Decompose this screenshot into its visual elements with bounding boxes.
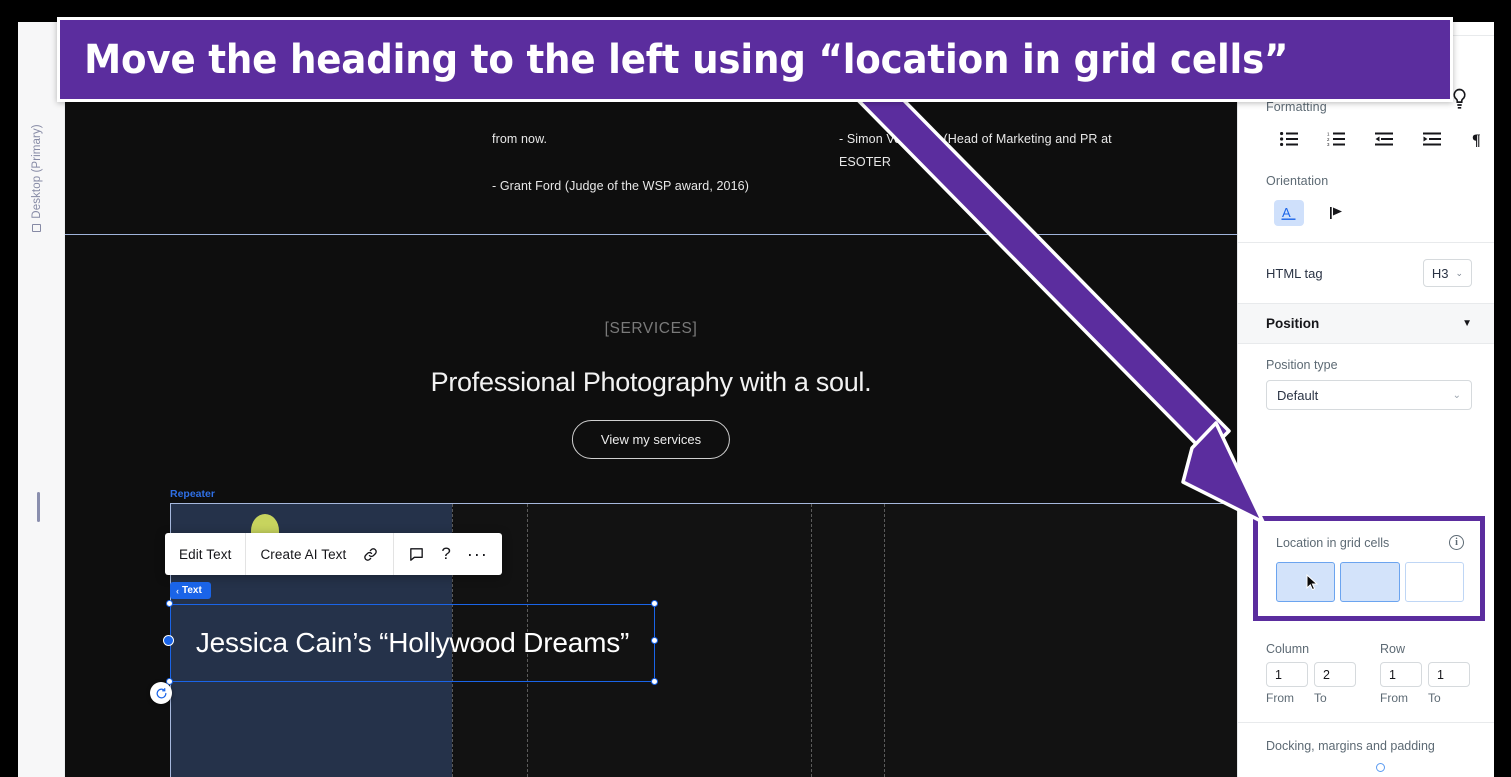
position-type-block: Position type Default ⌄: [1238, 344, 1494, 414]
position-type-select[interactable]: Default ⌄: [1266, 380, 1472, 410]
services-eyebrow: [SERVICES]: [604, 320, 698, 337]
html-tag-select[interactable]: H3 ⌄: [1422, 259, 1472, 287]
device-label: Desktop (Primary): [31, 103, 43, 253]
grid-line-4: [884, 504, 885, 777]
selected-heading-text: Jessica Cain’s “Hollywood Dreams”: [195, 627, 630, 658]
orientation-label: Orientation: [1266, 174, 1329, 188]
row-label: Row: [1380, 642, 1406, 656]
text-direction-ltr-icon[interactable]: A: [1274, 200, 1304, 226]
svg-text:A: A: [1282, 205, 1291, 220]
quote-attribution-2-line-1: - Simon Vonnegut (Head of Marketing and …: [839, 132, 1112, 146]
view-my-services-button[interactable]: View my services: [571, 420, 731, 459]
editor-window: Desktop (Primary) from now. - Grant Ford…: [18, 22, 1494, 777]
create-ai-text-button[interactable]: Create AI Text: [260, 547, 346, 562]
selected-element-tag-label: Text: [182, 585, 202, 596]
svg-text:1: 1: [1327, 132, 1330, 136]
resize-handle-bottom-right[interactable]: [651, 678, 658, 685]
quote-attribution-1: - Grant Ford (Judge of the WSP award, 20…: [492, 179, 749, 193]
position-section-title: Position: [1266, 316, 1320, 331]
html-tag-value: H3: [1431, 265, 1449, 281]
grid-cells-selector[interactable]: [1276, 562, 1464, 602]
site-canvas[interactable]: from now. - Grant Ford (Judge of the WSP…: [65, 22, 1237, 777]
text-direction-rtl-icon[interactable]: [1322, 200, 1352, 226]
instruction-banner: Move the heading to the left using “loca…: [57, 17, 1453, 102]
column-to-sublabel: To: [1314, 691, 1327, 705]
quote-line-1: from now.: [492, 132, 548, 146]
decrease-indent-icon[interactable]: [1369, 126, 1399, 152]
increase-indent-icon[interactable]: [1417, 126, 1447, 152]
html-tag-row[interactable]: HTML tag H3 ⌄: [1238, 243, 1494, 303]
row-from-input[interactable]: 1: [1380, 662, 1422, 687]
docking-label: Docking, margins and padding: [1266, 739, 1435, 753]
position-type-value: Default: [1277, 387, 1319, 403]
grid-line-3: [811, 504, 812, 777]
device-label-text: Desktop (Primary): [31, 124, 43, 219]
resize-handle-top-right[interactable]: [651, 600, 658, 607]
toolbar-group-edit: Edit Text: [165, 533, 247, 575]
grid-cells-label: Location in grid cells: [1276, 535, 1390, 550]
services-heading: Professional Photography with a soul.: [430, 367, 872, 397]
html-tag-label: HTML tag: [1266, 265, 1323, 281]
chevron-down-icon: ⌄: [1455, 267, 1463, 278]
numbered-list-icon[interactable]: 1 2 3: [1322, 126, 1352, 152]
position-section-header[interactable]: Position ▼: [1238, 303, 1494, 344]
grid-cell-3[interactable]: [1404, 562, 1464, 602]
comment-icon[interactable]: [408, 546, 425, 563]
formatting-icon-row[interactable]: 1 2 3 ¶: [1238, 114, 1494, 174]
help-icon[interactable]: ?: [441, 544, 450, 564]
bulleted-list-icon[interactable]: [1274, 126, 1304, 152]
position-type-label: Position type: [1266, 358, 1338, 372]
more-options-icon[interactable]: ···: [467, 545, 488, 563]
svg-text:3: 3: [1327, 142, 1330, 146]
quote-attribution-2-line-2: ESOTER: [839, 155, 891, 169]
edit-text-button[interactable]: Edit Text: [179, 547, 231, 562]
svg-text:¶: ¶: [1472, 132, 1481, 147]
grid-cell-2[interactable]: [1340, 562, 1400, 602]
screenshot-root: Desktop (Primary) from now. - Grant Ford…: [0, 0, 1511, 777]
column-group: Column 1 From 2 To: [1266, 642, 1356, 705]
resize-handle-middle-right[interactable]: [651, 637, 658, 644]
selected-element-tag[interactable]: ‹ Text: [170, 582, 211, 599]
repeater-label: Repeater: [170, 488, 215, 500]
docking-anchor-dot[interactable]: [1375, 763, 1385, 772]
left-rail: Desktop (Primary): [18, 22, 65, 777]
row-to-sublabel: To: [1428, 691, 1441, 705]
tips-bulb-icon[interactable]: [1451, 88, 1468, 115]
resize-handle-middle-left[interactable]: [163, 635, 174, 646]
instruction-banner-text: Move the heading to the left using “loca…: [84, 36, 1289, 83]
resize-handle-top-left[interactable]: [166, 600, 173, 607]
column-from-sublabel: From: [1266, 691, 1294, 705]
drag-crosshair-icon: +: [477, 634, 486, 651]
chevron-down-icon: ⌄: [1452, 389, 1461, 401]
chevron-down-icon: ▼: [1462, 318, 1472, 329]
column-from-input[interactable]: 1: [1266, 662, 1308, 687]
grid-cell-1[interactable]: [1276, 562, 1336, 602]
rotate-icon[interactable]: [150, 682, 172, 704]
location-in-grid-cells-block[interactable]: Location in grid cells i: [1253, 516, 1485, 621]
element-context-toolbar[interactable]: Edit Text Create AI Text ? ···: [165, 533, 502, 575]
link-icon[interactable]: [362, 546, 379, 563]
paragraph-mark-icon[interactable]: ¶: [1464, 126, 1494, 152]
inspector-panel[interactable]: Formatting 1 2 3 ¶ Orientation A HTML ta…: [1237, 22, 1494, 777]
section-divider-top: [65, 234, 1237, 235]
column-label: Column: [1266, 642, 1310, 656]
canvas-resize-handle[interactable]: [37, 492, 40, 522]
row-group: Row 1 From 1 To: [1380, 642, 1470, 705]
grid-span-inputs[interactable]: Column 1 From 2 To Row 1 From 1 To: [1238, 642, 1494, 705]
column-to-input[interactable]: 2: [1314, 662, 1356, 687]
chevron-left-icon: ‹: [176, 585, 179, 596]
monitor-icon: [32, 223, 41, 232]
orientation-icon-row[interactable]: A: [1238, 188, 1494, 242]
selected-text-box[interactable]: Jessica Cain’s “Hollywood Dreams”: [170, 604, 655, 682]
toolbar-group-actions: ? ···: [394, 533, 501, 575]
toolbar-group-ai: Create AI Text: [246, 533, 395, 575]
row-from-sublabel: From: [1380, 691, 1408, 705]
info-icon[interactable]: i: [1449, 535, 1464, 550]
row-to-input[interactable]: 1: [1428, 662, 1470, 687]
docking-block[interactable]: Docking, margins and padding: [1238, 722, 1494, 772]
